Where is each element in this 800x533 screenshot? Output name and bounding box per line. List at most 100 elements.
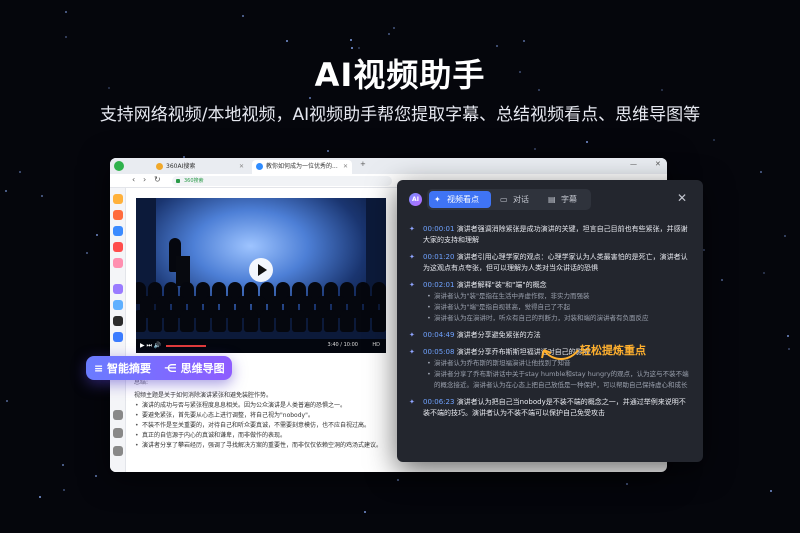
feature-pill-bar: ≡ 智能摘要 ⋲ 思维导图 bbox=[86, 356, 232, 380]
star bbox=[286, 40, 288, 42]
callout-arrow-icon bbox=[541, 349, 579, 360]
timestamp[interactable]: 00:05:08 bbox=[423, 348, 454, 356]
star bbox=[703, 249, 705, 251]
star bbox=[6, 400, 8, 402]
sidebar-app-icon[interactable] bbox=[113, 316, 123, 326]
audience-head bbox=[196, 310, 210, 332]
star bbox=[397, 479, 399, 481]
forward-icon[interactable]: › bbox=[143, 175, 146, 184]
star bbox=[95, 475, 97, 477]
audience-head bbox=[324, 310, 338, 332]
star bbox=[364, 511, 366, 513]
sidebar-app-icon[interactable] bbox=[113, 210, 123, 220]
timestamp[interactable]: 00:01:20 bbox=[423, 253, 454, 261]
star bbox=[393, 27, 395, 29]
sidebar-app-icon[interactable] bbox=[113, 258, 123, 268]
sidebar-app-icon[interactable] bbox=[113, 284, 123, 294]
list-item[interactable]: ✦ 00:01:20 演讲者引用心理学家的观点：心理学家认为人类最害怕的是死亡，… bbox=[409, 252, 691, 274]
hero-subtitle: 支持网络视频/本地视频，AI视频助手帮您提取字幕、总结视频看点、思维导图等 bbox=[99, 105, 701, 125]
list-item: 真正的自信源于内心的真诚和谦卑，而非做作的表现。 bbox=[134, 431, 394, 441]
tab-chat[interactable]: ▭ 对话 bbox=[495, 191, 539, 208]
sparkle-icon: ✦ bbox=[434, 195, 441, 204]
sidebar-app-icon[interactable] bbox=[113, 226, 123, 236]
timestamp[interactable]: 00:04:49 bbox=[423, 331, 454, 339]
sidebar-star-icon[interactable] bbox=[113, 194, 123, 204]
browser-logo-icon bbox=[114, 161, 124, 171]
smart-summary-label: 智能摘要 bbox=[107, 362, 152, 375]
audience-head bbox=[356, 310, 370, 332]
entry-text: 演讲者分享避免紧张的方法 bbox=[456, 331, 541, 339]
tab-highlights[interactable]: ✦ 视频看点 bbox=[429, 191, 491, 208]
tab-label: 字幕 bbox=[561, 195, 577, 204]
list-item: 演讲者认为在演讲时，听众有自己的判断力，对装和端的演讲者有负面反应 bbox=[427, 313, 691, 324]
audience-head bbox=[372, 310, 386, 332]
list-item: 演讲者认为"端"是指自视甚高，觉得自己了不起 bbox=[427, 302, 691, 313]
smart-summary-button[interactable]: ≡ 智能摘要 bbox=[94, 360, 151, 376]
list-item[interactable]: ✦ 00:00:01 演讲者强调消除紧张是成功演讲的关键，坦言自己目前也有些紧张… bbox=[409, 224, 691, 246]
list-item[interactable]: ✦ 00:06:23 演讲者认为把自己当nobody是不装不端的概念之一，并通过… bbox=[409, 397, 691, 419]
tab-favicon-icon bbox=[156, 163, 163, 170]
star bbox=[770, 490, 772, 492]
back-icon[interactable]: ‹ bbox=[132, 175, 135, 184]
highlight-list: ✦ 00:00:01 演讲者强调消除紧张是成功演讲的关键，坦言自己目前也有些紧张… bbox=[409, 224, 691, 419]
sparkle-icon: ✦ bbox=[409, 331, 415, 339]
list-item: 演讲者分享了乔布斯讲话中关于stay humble和stay hungry的观点… bbox=[427, 369, 691, 391]
video-progress-bar[interactable] bbox=[166, 345, 206, 347]
new-tab-icon[interactable]: + bbox=[360, 160, 366, 168]
list-item[interactable]: ✦ 00:02:01 演讲者解释"装"和"端"的概念 bbox=[409, 280, 691, 291]
browser-tab-search[interactable]: 360AI搜索 ✕ bbox=[152, 160, 248, 174]
panel-tabs: ✦ 视频看点 ▭ 对话 ▤ 字幕 bbox=[427, 189, 591, 210]
entry-bullets: 演讲者认为"装"是指在生活中弄虚作假，非实力而强装 演讲者认为"端"是指自视甚高… bbox=[409, 291, 691, 324]
sparkle-icon: ✦ bbox=[409, 398, 415, 406]
sidebar-extension-icon[interactable] bbox=[113, 410, 123, 420]
sidebar-app-icon[interactable] bbox=[113, 300, 123, 310]
timestamp[interactable]: 00:02:01 bbox=[423, 281, 454, 289]
audience-head bbox=[148, 310, 162, 332]
video-time: 3:40 / 10:00 bbox=[327, 342, 358, 348]
star bbox=[763, 272, 765, 274]
tab-label: 对话 bbox=[513, 195, 529, 204]
sparkle-icon: ✦ bbox=[409, 225, 415, 233]
timestamp[interactable]: 00:00:01 bbox=[423, 225, 454, 233]
list-item: 不装不作是至关重要的，对待自己和听众要真诚，不需要刻意模仿，也不应自视过高。 bbox=[134, 421, 394, 431]
hero-title: AI视频助手 bbox=[314, 56, 486, 94]
lock-icon bbox=[176, 179, 180, 183]
highlight-callout: 轻松提炼重点 bbox=[580, 344, 646, 357]
list-item: 演讲者分享了攀岩经历，强调了寻找解决方案的重要性，而非仅仅依赖空洞的鸡汤式建议。 bbox=[134, 441, 394, 451]
refresh-icon[interactable]: ↻ bbox=[154, 175, 161, 184]
sidebar-app-icon[interactable] bbox=[113, 242, 123, 252]
tab-close-icon[interactable]: ✕ bbox=[343, 160, 348, 174]
sidebar-app-icon[interactable] bbox=[113, 332, 123, 342]
mindmap-button[interactable]: ⋲ 思维导图 bbox=[164, 360, 225, 376]
star bbox=[760, 171, 762, 173]
sidebar-more-icon[interactable] bbox=[113, 446, 123, 456]
ai-video-panel: AI ✦ 视频看点 ▭ 对话 ▤ 字幕 ✕ ✦ 00:00:01 演讲者强调消除… bbox=[397, 180, 703, 462]
window-close-icon[interactable]: ✕ bbox=[655, 160, 661, 168]
video-play-controls-icon[interactable]: ▶ ⏭ 🔊 bbox=[140, 342, 161, 350]
audience-head bbox=[180, 310, 194, 332]
mindmap-label: 思维导图 bbox=[180, 362, 225, 375]
panel-close-icon[interactable]: ✕ bbox=[677, 191, 687, 205]
star bbox=[721, 279, 723, 281]
star bbox=[327, 150, 329, 152]
sparkle-icon: ✦ bbox=[409, 348, 415, 356]
star bbox=[350, 39, 352, 41]
entry-text: 演讲者引用心理学家的观点：心理学家认为人类最害怕的是死亡，演讲者认为这观点有点夸… bbox=[423, 253, 688, 272]
video-quality[interactable]: HD bbox=[372, 342, 380, 348]
browser-tab-video[interactable]: 教你如何成为一位优秀的... ✕ bbox=[252, 160, 352, 174]
minimize-icon[interactable]: — bbox=[630, 160, 637, 168]
tab-subtitles[interactable]: ▤ 字幕 bbox=[543, 191, 587, 208]
star bbox=[586, 141, 588, 143]
tab-close-icon[interactable]: ✕ bbox=[239, 160, 244, 174]
browser-tab-label: 360AI搜索 bbox=[166, 163, 196, 170]
timestamp[interactable]: 00:06:23 bbox=[423, 398, 454, 406]
star bbox=[39, 496, 41, 498]
video-summary: 总结: 视频主题是关于如何消除演讲紧张和避免装腔作势。 演讲的成功与否与紧张程度… bbox=[134, 378, 394, 451]
play-button-icon[interactable] bbox=[249, 258, 273, 282]
video-player[interactable]: ▶ ⏭ 🔊 3:40 / 10:00 HD bbox=[136, 198, 386, 353]
sidebar-settings-icon[interactable] bbox=[113, 428, 123, 438]
star bbox=[713, 139, 715, 141]
url-input[interactable]: 360搜索 bbox=[172, 176, 392, 186]
entry-text: 演讲者解释"装"和"端"的概念 bbox=[456, 281, 547, 289]
sparkle-icon: ✦ bbox=[409, 253, 415, 261]
